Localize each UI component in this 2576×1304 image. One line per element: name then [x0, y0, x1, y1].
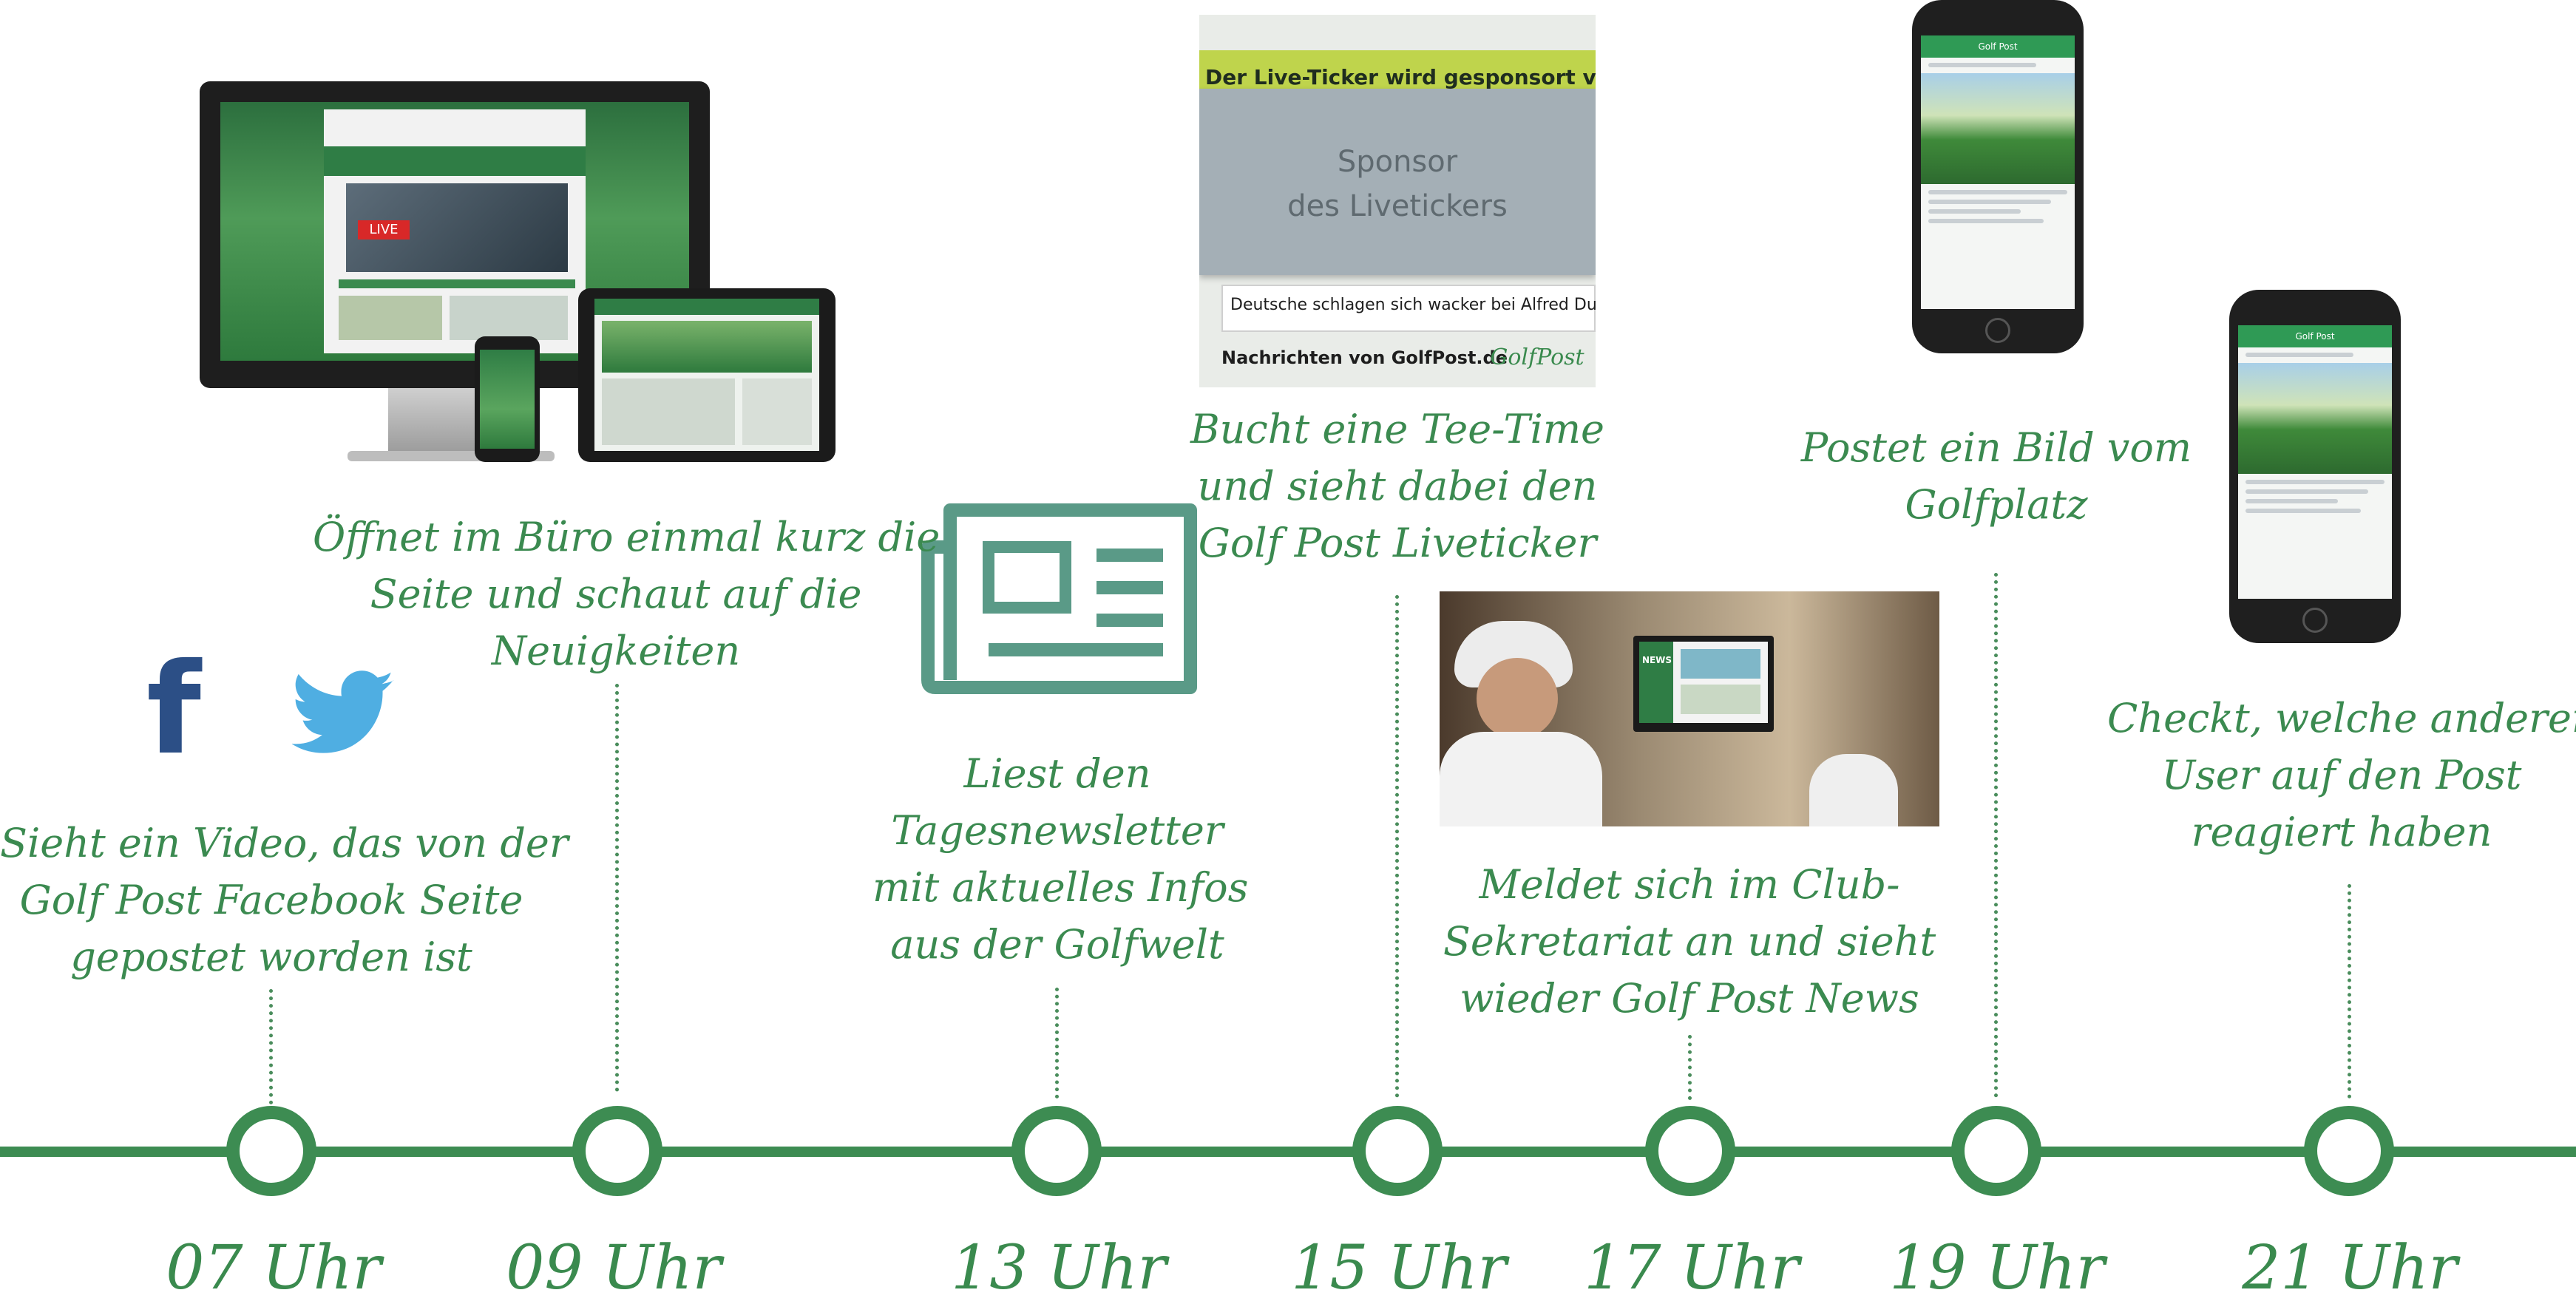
- connector-09: [615, 684, 619, 1092]
- timeline-node-21: [2304, 1106, 2394, 1196]
- person-shirt: [1440, 732, 1602, 826]
- clubhouse-photo: NEWS: [1440, 591, 1939, 826]
- timeline-node-09: [572, 1106, 662, 1196]
- person-2: [1809, 754, 1898, 826]
- tv-news-label: NEWS: [1641, 655, 1672, 665]
- tv-screen: NEWS: [1633, 636, 1774, 732]
- hour-label-21: 21 Uhr: [2242, 1233, 2458, 1303]
- caption-17: Meldet sich im Club- Sekretariat an und …: [1427, 856, 1952, 1027]
- caption-17-line: Meldet sich im Club-: [1479, 861, 1900, 908]
- caption-13-line: Liest den: [963, 750, 1151, 797]
- connector-15: [1395, 595, 1399, 1098]
- sponsor-text-1: Sponsor: [1337, 145, 1458, 179]
- caption-07-line: gepostet worden ist: [70, 934, 472, 980]
- caption-13: Liest den Tagesnewsletter mit aktuelles …: [872, 745, 1249, 973]
- caption-07-line: Sieht ein Video, das von der: [0, 820, 569, 866]
- caption-09-line: Öffnet im Büro einmal kurz die: [313, 514, 940, 560]
- caption-15-line: und sieht dabei den: [1197, 463, 1598, 509]
- caption-07-line: Golf Post Facebook Seite: [19, 877, 523, 923]
- caption-15-line: Golf Post Liveticker: [1198, 520, 1597, 566]
- phone-1-title: Golf Post: [1921, 35, 2075, 58]
- ticker-logo: GolfPost: [1490, 344, 1584, 370]
- timeline-node-19: [1951, 1106, 2041, 1196]
- hour-label-19: 19 Uhr: [1889, 1233, 2105, 1303]
- phone-mockup-2: Golf Post: [2229, 290, 2401, 643]
- live-ticker-image: Der Live-Ticker wird gesponsort von Spon…: [1199, 15, 1596, 387]
- caption-19-line: Golfplatz: [1905, 481, 2088, 528]
- phone-2-title: Golf Post: [2238, 325, 2392, 347]
- caption-15: Bucht eine Tee-Time und sieht dabei den …: [1183, 401, 1612, 571]
- phone-mockup-1: Golf Post: [1912, 0, 2084, 353]
- tablet: [578, 288, 835, 462]
- connector-17: [1688, 1035, 1692, 1100]
- hour-label-13: 13 Uhr: [951, 1233, 1167, 1303]
- twitter-icon: [291, 669, 396, 758]
- hour-label-09: 09 Uhr: [506, 1233, 722, 1303]
- timeline-line: [0, 1147, 2576, 1157]
- caption-07: Sieht ein Video, das von der Golf Post F…: [0, 815, 569, 985]
- connector-13: [1055, 988, 1059, 1098]
- caption-21-line: reagiert haben: [2191, 809, 2492, 855]
- person-head: [1477, 658, 1558, 739]
- timeline-node-13: [1011, 1106, 1102, 1196]
- caption-17-line: wieder Golf Post News: [1460, 975, 1919, 1022]
- connector-19: [1994, 573, 1998, 1098]
- connector-07: [269, 989, 273, 1104]
- caption-09: Öffnet im Büro einmal kurz die Seite und…: [313, 509, 940, 679]
- caption-21: Checkt, welche anderen User auf den Post…: [2107, 690, 2576, 860]
- timeline-node-17: [1645, 1106, 1735, 1196]
- sponsor-text-2: des Livetickers: [1287, 189, 1508, 223]
- caption-13-line: aus der Golfwelt: [890, 921, 1224, 968]
- sponsor-box: [1199, 89, 1596, 275]
- caption-19: Postet ein Bild vom Golfplatz: [1789, 419, 2203, 533]
- caption-09-line: Neuigkeiten: [491, 628, 741, 674]
- ticker-footer: Nachrichten von GolfPost.de: [1221, 347, 1508, 368]
- timeline-node-07: [226, 1106, 316, 1196]
- connector-21: [2348, 884, 2351, 1098]
- devices-illustration: LIVE: [200, 81, 835, 466]
- newspaper-icon: [921, 503, 1198, 695]
- hour-label-17: 17 Uhr: [1584, 1233, 1800, 1303]
- ticker-banner-text: Der Live-Ticker wird gesponsort von: [1205, 65, 1596, 89]
- caption-13-line: Tagesnewsletter: [891, 807, 1224, 854]
- caption-19-line: Postet ein Bild vom: [1800, 424, 2192, 471]
- hour-label-07: 07 Uhr: [166, 1233, 382, 1303]
- caption-17-line: Sekretariat an und sieht: [1443, 918, 1936, 965]
- caption-21-line: User auf den Post: [2161, 752, 2522, 798]
- timeline-node-15: [1352, 1106, 1443, 1196]
- small-phone: [475, 336, 540, 462]
- caption-21-line: Checkt, welche anderen: [2107, 695, 2576, 741]
- caption-13-line: mit aktuelles Infos: [872, 864, 1249, 911]
- hour-label-15: 15 Uhr: [1291, 1233, 1507, 1303]
- caption-09-line: Seite und schaut auf die: [370, 571, 862, 617]
- ticker-headline: Deutsche schlagen sich wacker bei Alfred…: [1230, 296, 1596, 314]
- live-badge: LIVE: [358, 220, 410, 240]
- facebook-icon: f: [146, 636, 201, 783]
- caption-15-line: Bucht eine Tee-Time: [1190, 406, 1604, 452]
